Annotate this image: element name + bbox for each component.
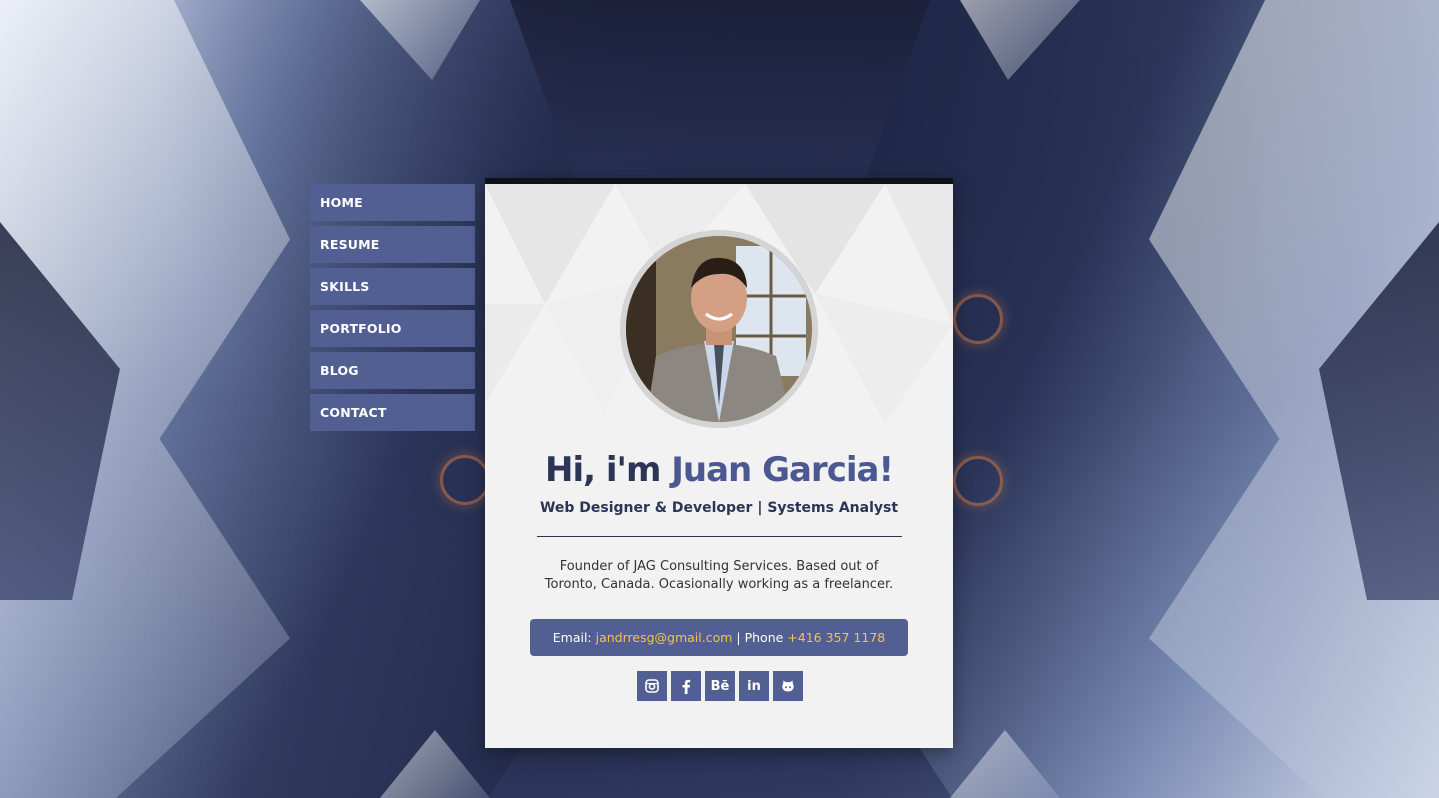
github-button[interactable] [773, 671, 803, 701]
facebook-icon [682, 679, 691, 694]
linkedin-button[interactable]: in [739, 671, 769, 701]
nav-item-skills[interactable]: SKILLS [310, 268, 475, 305]
linkedin-icon: in [747, 678, 761, 694]
profile-subtitle: Web Designer & Developer | Systems Analy… [539, 500, 899, 516]
nav-item-resume[interactable]: RESUME [310, 226, 475, 263]
contact-bar: Email: jandrresg@gmail.com | Phone +416 … [530, 619, 908, 656]
profile-name: Juan Garcia! [671, 450, 894, 490]
phone-link[interactable]: +416 357 1178 [787, 630, 885, 645]
avatar-frame [620, 230, 818, 428]
behance-button[interactable]: Bē [705, 671, 735, 701]
profile-bio: Founder of JAG Consulting Services. Base… [544, 559, 894, 592]
behance-icon: Bē [710, 678, 730, 694]
nav-item-portfolio[interactable]: PORTFOLIO [310, 310, 475, 347]
social-links: Bē in [637, 671, 807, 701]
greeting-text: Hi, i'm [545, 450, 672, 490]
email-label: Email: [552, 630, 596, 645]
avatar [626, 236, 812, 422]
instagram-icon [645, 679, 659, 693]
profile-card: Hi, i'm Juan Garcia! Web Designer & Deve… [485, 178, 953, 748]
instagram-button[interactable] [637, 671, 667, 701]
facebook-button[interactable] [671, 671, 701, 701]
nav-item-contact[interactable]: CONTACT [310, 394, 475, 431]
phone-label: | Phone [732, 630, 788, 645]
main-nav: HOME RESUME SKILLS PORTFOLIO BLOG CONTAC… [310, 184, 475, 436]
divider [537, 536, 902, 537]
nav-item-blog[interactable]: BLOG [310, 352, 475, 389]
email-link[interactable]: jandrresg@gmail.com [596, 630, 733, 645]
github-icon [782, 680, 794, 692]
page-title: Hi, i'm Juan Garcia! [485, 450, 953, 490]
profile-photo [626, 236, 812, 422]
nav-item-home[interactable]: HOME [310, 184, 475, 221]
